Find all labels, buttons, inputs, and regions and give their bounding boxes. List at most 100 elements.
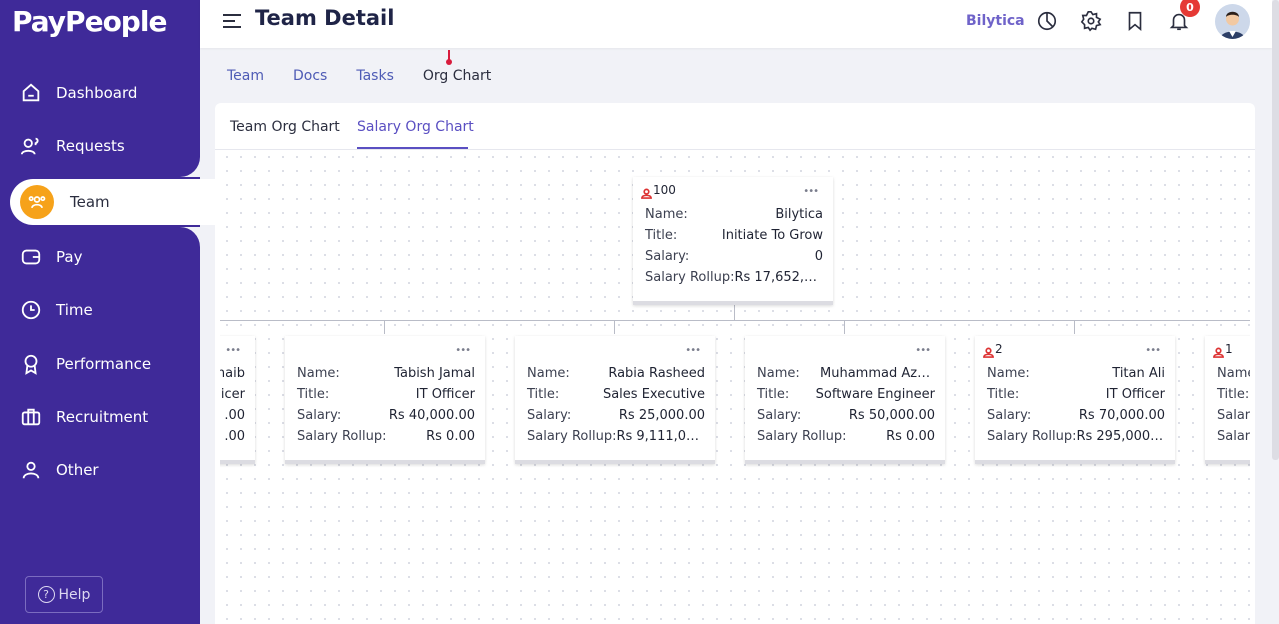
- reports-count: 1: [1213, 342, 1233, 358]
- clock-icon: [21, 300, 41, 320]
- org-card-root[interactable]: 100 ••• Name: Bilytica Title: Initiate To …: [633, 177, 833, 305]
- sidebar-item-dashboard[interactable]: Dashboard: [0, 71, 200, 115]
- more-icon[interactable]: •••: [685, 345, 701, 356]
- employee-salary: .00: [224, 408, 245, 423]
- employee-title: Sales Executive: [602, 387, 705, 402]
- person-icon: [1213, 347, 1224, 358]
- employee-name: naib: [220, 366, 245, 381]
- page-scrollbar-thumb[interactable]: [1272, 0, 1279, 460]
- org-card[interactable]: 2 ••• Name: Titan Ali Title: IT Officer Sa…: [975, 336, 1175, 464]
- org-card[interactable]: 1 Name: Title: Salary: Salary Rollup:: [1205, 336, 1250, 464]
- connector-line: [220, 320, 1250, 321]
- field-label: Salary:: [1217, 408, 1250, 423]
- chart-pie-icon[interactable]: [1036, 10, 1058, 32]
- org-card[interactable]: ••• naib icer .00 .00: [220, 336, 255, 464]
- employee-name: Rabia Rasheed: [608, 366, 705, 381]
- tab-docs[interactable]: Docs: [293, 68, 327, 84]
- field-label: Salary:: [645, 249, 690, 264]
- sidebar-item-other[interactable]: Other: [0, 448, 200, 492]
- org-card[interactable]: ••• Name: Tabish Jamal Title: IT Officer S…: [285, 336, 485, 464]
- org-chart-subtabs: Team Org Chart Salary Org Chart: [215, 103, 1255, 150]
- employee-salary: Rs 70,000.00: [1078, 408, 1165, 423]
- employee-salary: Rs 25,000.00: [618, 408, 705, 423]
- salary-rollup: Rs 9,111,000.00: [616, 429, 705, 444]
- field-label: Name:: [1217, 366, 1250, 381]
- employee-name: Bilytica: [775, 207, 823, 222]
- app-logo[interactable]: PayPeople: [12, 5, 167, 38]
- field-label: Title:: [297, 387, 330, 402]
- sidebar-item-time[interactable]: Time: [0, 288, 200, 332]
- salary-rollup: Rs 0.00: [886, 429, 935, 444]
- avatar[interactable]: [1215, 4, 1250, 39]
- sidebar-item-pay[interactable]: Pay: [0, 235, 200, 279]
- salary-rollup: Rs 295,000.00: [1076, 429, 1165, 444]
- sidebar-item-label: Recruitment: [56, 408, 149, 426]
- field-label: Salary Rollup:: [757, 429, 847, 444]
- user-icon: [22, 461, 40, 479]
- home-icon: [22, 83, 40, 102]
- company-name[interactable]: Bilytica: [966, 13, 1025, 29]
- help-button[interactable]: ? Help: [25, 576, 103, 613]
- requests-icon: [20, 137, 39, 155]
- page-title: Team Detail: [255, 6, 395, 30]
- employee-title: Software Engineer: [815, 387, 935, 402]
- org-card[interactable]: ••• Name: Rabia Rasheed Title: Sales Execu…: [515, 336, 715, 464]
- field-label: Salary Rollup:: [1217, 429, 1250, 444]
- more-icon[interactable]: •••: [225, 345, 241, 356]
- help-icon: ?: [37, 586, 55, 603]
- subtab-salary-org-chart[interactable]: Salary Org Chart: [357, 119, 474, 135]
- employee-name: Tabish Jamal: [394, 366, 475, 381]
- more-icon[interactable]: •••: [915, 345, 931, 356]
- employee-title: IT Officer: [415, 387, 475, 402]
- notification-badge: 0: [1180, 0, 1200, 17]
- org-chart-canvas[interactable]: 100 ••• Name: Bilytica Title: Initiate To …: [220, 150, 1250, 624]
- field-label: Name:: [987, 366, 1030, 381]
- employee-title: icer: [220, 387, 245, 402]
- employee-salary: Rs 40,000.00: [388, 408, 475, 423]
- field-label: Name:: [297, 366, 340, 381]
- field-label: Name:: [645, 207, 688, 222]
- tab-team[interactable]: Team: [227, 68, 264, 84]
- field-label: Salary:: [757, 408, 802, 423]
- field-label: Salary:: [987, 408, 1032, 423]
- sidebar-item-label: Dashboard: [56, 84, 138, 102]
- team-icon: [20, 185, 54, 219]
- sidebar-item-team[interactable]: Team: [10, 179, 220, 225]
- sidebar-item-label: Time: [56, 301, 93, 319]
- person-icon: [641, 188, 652, 199]
- gear-icon[interactable]: [1080, 10, 1102, 32]
- active-tab-marker: [446, 59, 452, 65]
- subtab-team-org-chart[interactable]: Team Org Chart: [230, 119, 340, 135]
- reports-count: 2: [983, 342, 1003, 358]
- tab-tasks[interactable]: Tasks: [356, 68, 394, 84]
- top-header: Team Detail Bilytica 0: [200, 0, 1272, 48]
- tab-org-chart[interactable]: Org Chart: [423, 68, 491, 84]
- sidebar-item-label: Other: [56, 461, 99, 479]
- org-card[interactable]: ••• Name: Muhammad Azhar Title: Software E…: [745, 336, 945, 464]
- field-label: Name:: [527, 366, 570, 381]
- employee-salary: Rs 50,000.00: [848, 408, 935, 423]
- sidebar-item-label: Performance: [56, 355, 152, 373]
- team-tabs: Team Docs Tasks Org Chart: [227, 68, 520, 84]
- more-icon[interactable]: •••: [455, 345, 471, 356]
- more-icon[interactable]: •••: [1145, 345, 1161, 356]
- field-label: Salary Rollup:: [297, 429, 387, 444]
- employee-salary: 0: [814, 249, 823, 264]
- employee-title: Initiate To Grow: [721, 228, 823, 243]
- more-icon[interactable]: •••: [803, 186, 819, 197]
- field-label: Name:: [757, 366, 800, 381]
- connector-line: [844, 320, 845, 334]
- connector-line: [614, 320, 615, 334]
- employee-name: Titan Ali: [1112, 366, 1165, 381]
- sidebar-item-recruitment[interactable]: Recruitment: [0, 395, 200, 439]
- connector-line: [384, 320, 385, 334]
- sidebar-item-performance[interactable]: Performance: [0, 342, 200, 386]
- person-icon: [983, 347, 994, 358]
- award-icon: [24, 354, 38, 375]
- field-label: Title:: [527, 387, 560, 402]
- menu-icon[interactable]: [223, 14, 241, 28]
- sidebar-item-requests[interactable]: Requests: [0, 124, 200, 168]
- bookmark-icon[interactable]: [1124, 10, 1146, 32]
- salary-rollup: Rs 17,652,727.00: [734, 270, 823, 285]
- employee-name: Muhammad Azhar: [820, 366, 935, 381]
